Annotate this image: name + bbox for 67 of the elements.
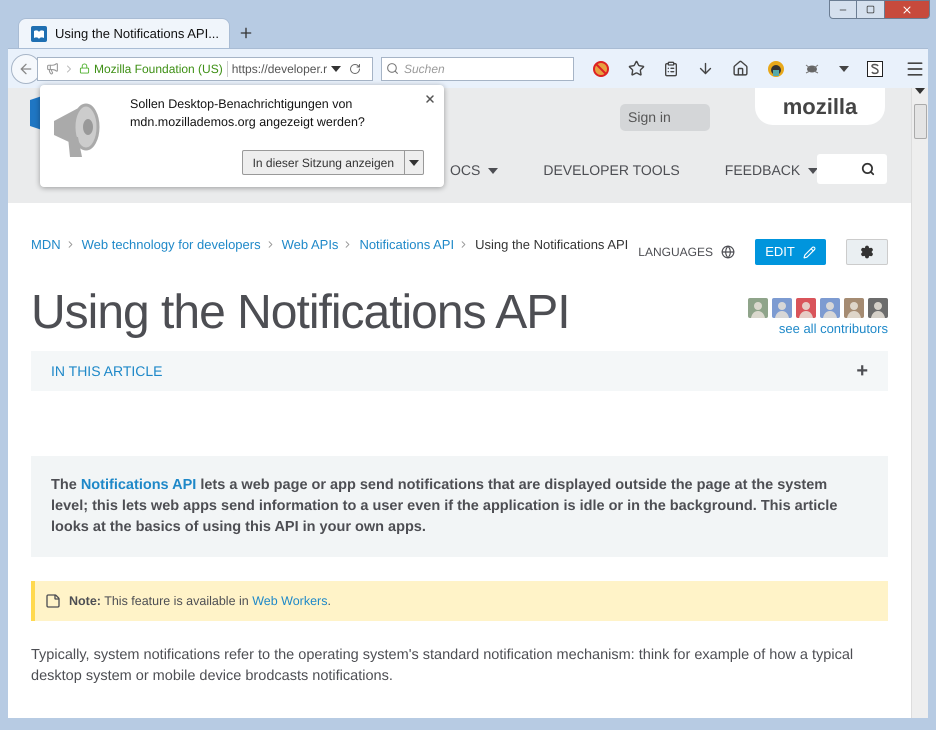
- breadcrumb-link[interactable]: Notifications API: [359, 235, 454, 254]
- nav-menu-item[interactable]: DEVELOPER TOOLS: [543, 160, 680, 181]
- breadcrumb-link[interactable]: MDN: [31, 235, 61, 254]
- maximize-icon: [866, 5, 875, 14]
- web-workers-link[interactable]: Web Workers: [252, 594, 328, 608]
- url-text[interactable]: https://developer.r: [232, 60, 328, 78]
- sign-in-button[interactable]: Sign in: [620, 104, 710, 131]
- pencil-icon: [802, 246, 816, 258]
- blocked-icon[interactable]: [592, 60, 610, 78]
- breadcrumb-link[interactable]: Web APIs: [282, 235, 338, 254]
- dropdown-icon: [331, 66, 342, 72]
- avatar-icon: [772, 298, 792, 318]
- breadcrumb-link[interactable]: Web technology for developers: [82, 235, 261, 254]
- new-tab-icon[interactable]: [238, 25, 254, 41]
- current-page-label: Using the Notifications API: [475, 236, 628, 254]
- extension-icon[interactable]: [867, 60, 883, 76]
- close-button[interactable]: [884, 0, 930, 19]
- avatar-icon: [748, 298, 768, 318]
- bug-icon[interactable]: [803, 62, 821, 76]
- contributors-link[interactable]: see all contributors: [778, 319, 888, 338]
- api-link[interactable]: Notifications API: [80, 477, 196, 493]
- browser-tab[interactable]: Using the Notifications API...: [18, 18, 230, 48]
- close-icon[interactable]: [424, 93, 436, 105]
- summary-text: The Notifications API lets a web page or app send notifications that are displayed outside the page at the system level; this lets web apps send information to a user even if the application is idle or in the background. This article looks at the basics of using this API in your own apps.: [51, 476, 838, 537]
- reload-icon[interactable]: [349, 62, 362, 74]
- note-text: Note: This feature is available in Web Workers.: [69, 592, 331, 610]
- toggle-icon[interactable]: +: [856, 356, 868, 386]
- toc-label: IN THIS ARTICLE: [51, 362, 163, 380]
- lock-icon: [79, 63, 90, 74]
- site-identity[interactable]: Mozilla Foundation (US): [94, 60, 223, 78]
- search-icon: [386, 62, 399, 74]
- avatar-icon: [820, 298, 840, 318]
- url-bar[interactable]: Mozilla Foundation (US) https://developer.r: [37, 56, 373, 80]
- site-search-field[interactable]: [817, 154, 887, 184]
- languages-link[interactable]: LANGUAGES: [638, 243, 713, 261]
- nav-menu-item[interactable]: FEEDBACK: [724, 160, 818, 181]
- dropdown-icon: [409, 160, 419, 166]
- popup-message: Sollen Desktop-Benachrichtigungen von mdn.mozillademos.org angezeigt werden?: [130, 96, 366, 131]
- dropdown-icon: [839, 66, 849, 72]
- home-icon[interactable]: [732, 60, 749, 77]
- tab-title: Using the Notifications API...: [55, 24, 220, 43]
- avatar-icon: [796, 298, 816, 318]
- scrollbar[interactable]: [911, 88, 928, 718]
- maximize-button[interactable]: [857, 0, 884, 19]
- back-icon: [18, 60, 34, 76]
- scrollbar-thumb[interactable]: [914, 104, 926, 139]
- nav-menu-item[interactable]: OCS: [450, 160, 498, 181]
- clipboard-icon[interactable]: [663, 60, 679, 76]
- extension-icon[interactable]: [767, 60, 785, 78]
- show-notifications-button[interactable]: In dieser Sitzung anzeigen: [242, 150, 424, 175]
- toc-bar[interactable]: IN THIS ARTICLE +: [31, 351, 888, 391]
- settings-button[interactable]: [846, 239, 888, 265]
- body-paragraph: Typically, system notifications refer to the operating system's standard notification mechanism: think for example of how a typical desktop system or mobile device brodcasts notifications.: [31, 646, 854, 686]
- search-icon: [861, 162, 875, 176]
- avatar-icon: [844, 298, 864, 318]
- bookmark-icon[interactable]: [628, 60, 645, 77]
- search-field[interactable]: Suchen: [381, 56, 574, 80]
- book-icon: [31, 26, 47, 42]
- note-icon: [45, 593, 61, 609]
- download-icon[interactable]: [697, 60, 714, 77]
- mozilla-logo[interactable]: mozilla: [755, 88, 885, 125]
- settings-icon: [860, 245, 874, 259]
- globe-icon: [721, 245, 735, 259]
- megaphone-icon[interactable]: [46, 62, 59, 75]
- close-icon: [901, 4, 913, 16]
- page-title: Using the Notifications API: [31, 285, 570, 341]
- avatar-icon: [868, 298, 888, 318]
